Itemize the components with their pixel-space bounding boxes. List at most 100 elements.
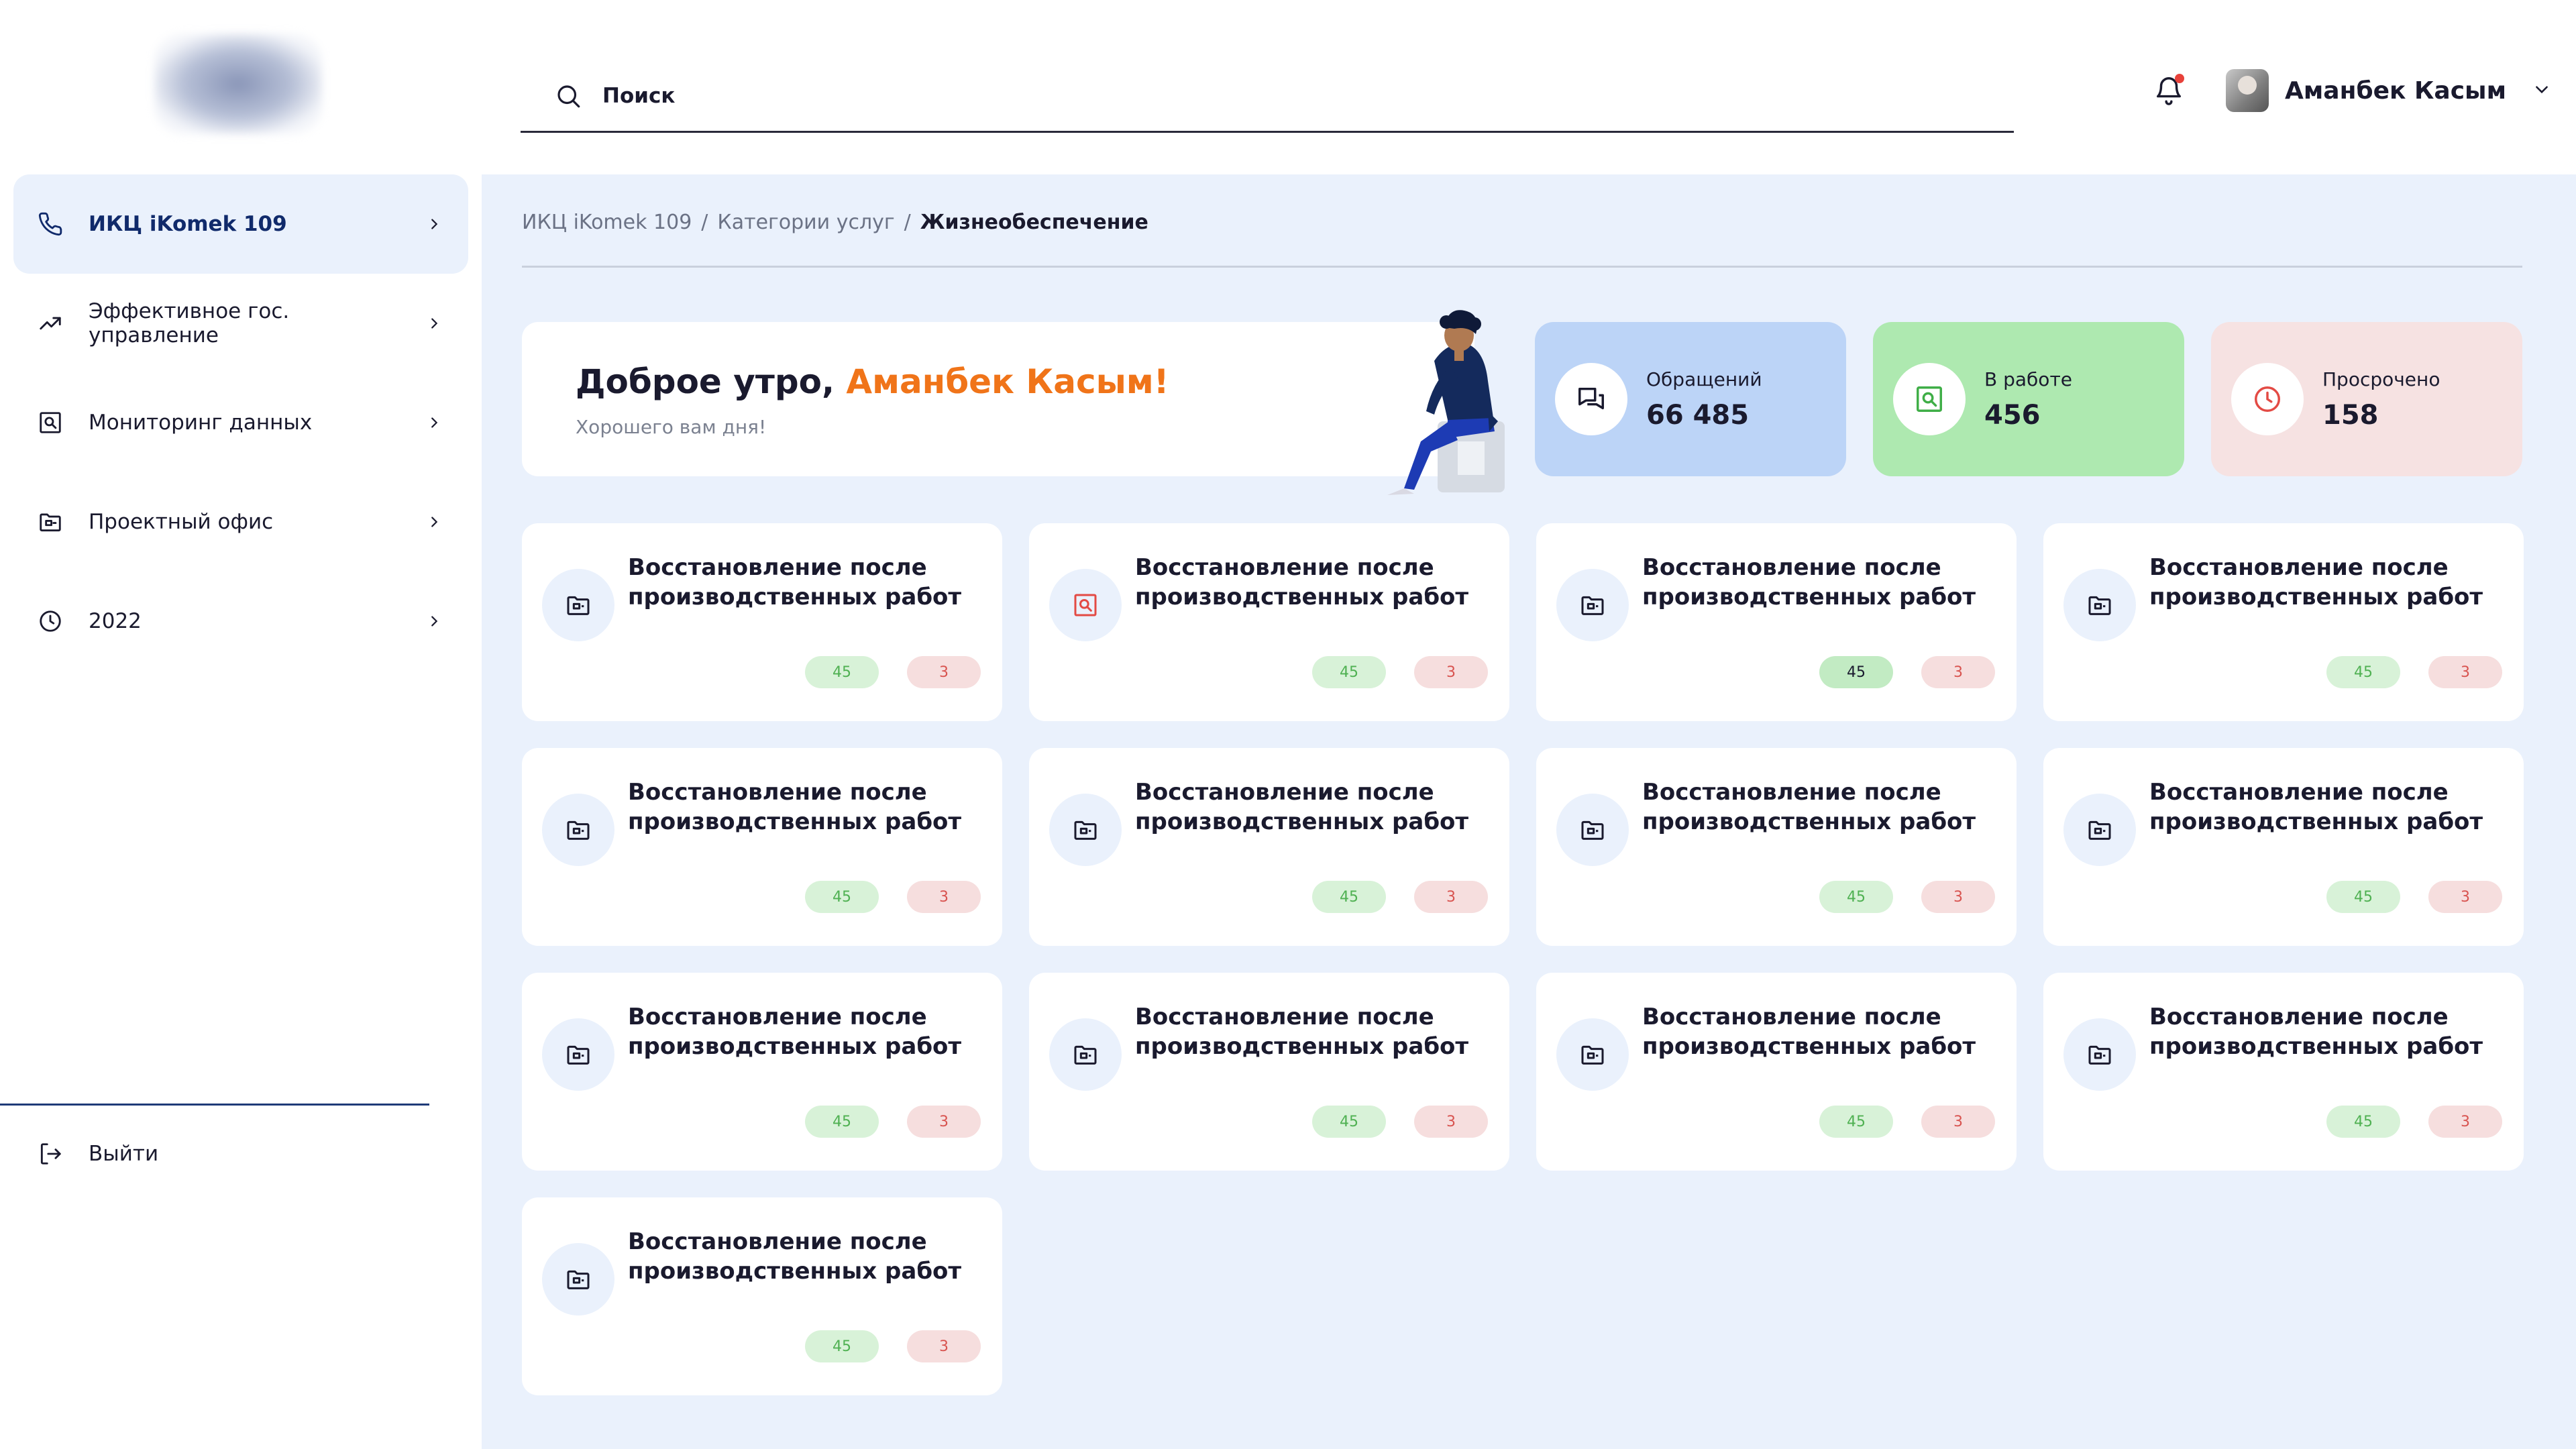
category-title: Восстановление после производственных ра…	[1135, 1004, 1469, 1060]
count-red-badge: 3	[1414, 881, 1488, 913]
category-card[interactable]: Восстановление после производственных ра…	[1536, 523, 2017, 721]
greeting-subtitle: Хорошего вам дня!	[576, 416, 767, 438]
sidebar-item-ikomek[interactable]: ИКЦ iKomek 109	[13, 174, 468, 274]
count-green-badge: 45	[805, 1106, 879, 1138]
category-card[interactable]: Восстановление после производственных ра…	[522, 523, 1002, 721]
greeting-user-name: Аманбек Касым!	[846, 362, 1169, 401]
sidebar-item-label: Мониторинг данных	[89, 411, 313, 435]
user-menu[interactable]: Аманбек Касым	[2226, 67, 2551, 114]
count-red-badge: 3	[2428, 1106, 2502, 1138]
sidebar-nav: ИКЦ iKomek 109 Эффективное гос. управлен…	[13, 174, 468, 671]
clock-icon	[2231, 363, 2304, 435]
folder-icon	[1049, 794, 1122, 866]
logo[interactable]	[154, 34, 322, 134]
logout-button[interactable]: Выйти	[35, 1134, 158, 1174]
main-content: ИКЦ iKomek 109 / Категории услуг / Жизне…	[482, 174, 2576, 1449]
category-card[interactable]: Восстановление после производственных ра…	[1536, 973, 2017, 1171]
count-green-badge: 45	[1819, 1106, 1893, 1138]
breadcrumb-separator: /	[701, 211, 708, 234]
count-red-badge: 3	[1414, 1106, 1488, 1138]
search-icon	[554, 80, 585, 111]
count-red-badge: 3	[907, 1330, 981, 1362]
greeting-card: Доброе утро, Аманбек Касым! Хорошего вам…	[522, 322, 1474, 476]
folder-icon	[1556, 1018, 1629, 1091]
sidebar-item-effective-gov[interactable]: Эффективное гос. управление	[13, 274, 468, 373]
category-card[interactable]: Восстановление после производственных ра…	[1029, 973, 1509, 1171]
category-title: Восстановление после производственных ра…	[628, 1004, 962, 1060]
category-title: Восстановление после производственных ра…	[1642, 779, 1976, 835]
notifications-button[interactable]	[2153, 72, 2187, 110]
chevron-right-icon	[424, 214, 444, 234]
stat-card-requests[interactable]: Обращений 66 485	[1535, 322, 1846, 476]
category-card[interactable]: Восстановление после производственных ра…	[1536, 748, 2017, 946]
stat-label: Просрочено	[2322, 368, 2440, 390]
breadcrumb-divider	[522, 266, 2522, 268]
search-input[interactable]	[602, 83, 1810, 108]
count-red-badge: 3	[907, 1106, 981, 1138]
sidebar-item-monitoring[interactable]: Мониторинг данных	[13, 373, 468, 472]
count-red-badge: 3	[1921, 656, 1995, 688]
sidebar-item-label: Проектный офис	[89, 510, 274, 534]
sidebar-item-project-office[interactable]: Проектный офис	[13, 472, 468, 572]
breadcrumb-separator: /	[904, 211, 911, 234]
category-card[interactable]: Восстановление после производственных ра…	[1029, 523, 1509, 721]
count-green-badge: 45	[805, 656, 879, 688]
stat-card-in-progress[interactable]: В работе 456	[1873, 322, 2184, 476]
category-title: Восстановление после производственных ра…	[2149, 1004, 2483, 1060]
category-title: Восстановление после производственных ра…	[2149, 779, 2483, 835]
folder-icon	[542, 1018, 614, 1091]
search-bar[interactable]	[521, 60, 2014, 133]
folder-icon	[1049, 1018, 1122, 1091]
breadcrumb-item[interactable]: Категории услуг	[717, 211, 894, 234]
count-green-badge: 45	[2326, 656, 2400, 688]
monitor-search-icon	[35, 407, 66, 438]
count-green-badge: 45	[1312, 656, 1386, 688]
sidebar-item-label: 2022	[89, 609, 142, 633]
stat-label: В работе	[1984, 368, 2072, 390]
folder-icon	[1556, 569, 1629, 641]
category-card[interactable]: Восстановление после производственных ра…	[2043, 748, 2524, 946]
count-green-badge: 45	[1819, 656, 1893, 688]
chevron-right-icon	[424, 313, 444, 333]
search-doc-icon	[1049, 569, 1122, 641]
stat-card-overdue[interactable]: Просрочено 158	[2211, 322, 2522, 476]
count-red-badge: 3	[1921, 881, 1995, 913]
user-name: Аманбек Касым	[2285, 76, 2507, 105]
category-title: Восстановление после производственных ра…	[1642, 1004, 1976, 1060]
sidebar-divider	[0, 1104, 429, 1106]
phone-icon	[35, 209, 66, 239]
category-card[interactable]: Восстановление после производственных ра…	[1029, 748, 1509, 946]
chevron-right-icon	[424, 611, 444, 631]
trend-up-icon	[35, 308, 66, 339]
chevron-down-icon	[2533, 80, 2551, 101]
category-title: Восстановление после производственных ра…	[628, 779, 962, 835]
folder-icon	[35, 506, 66, 537]
sidebar-item-2022[interactable]: 2022	[13, 572, 468, 671]
stat-value: 66 485	[1646, 399, 1750, 431]
folder-icon	[542, 1243, 614, 1316]
breadcrumb: ИКЦ iKomek 109 / Категории услуг / Жизне…	[522, 211, 1148, 234]
folder-icon	[2063, 794, 2136, 866]
folder-icon	[1556, 794, 1629, 866]
count-green-badge: 45	[2326, 881, 2400, 913]
stat-label: Обращений	[1646, 368, 1762, 390]
category-title: Восстановление после производственных ра…	[2149, 554, 2483, 610]
sidebar-item-label: ИКЦ iKomek 109	[89, 212, 287, 236]
logout-icon	[35, 1138, 66, 1169]
chevron-right-icon	[424, 413, 444, 433]
folder-icon	[542, 569, 614, 641]
category-card[interactable]: Восстановление после производственных ра…	[522, 748, 1002, 946]
category-card[interactable]: Восстановление после производственных ра…	[2043, 523, 2524, 721]
breadcrumb-current: Жизнеобеспечение	[920, 211, 1148, 234]
stat-value: 158	[2322, 399, 2379, 431]
sidebar: ИКЦ iKomek 109 Эффективное гос. управлен…	[0, 0, 482, 1449]
bell-icon	[2153, 77, 2184, 110]
count-green-badge: 45	[2326, 1106, 2400, 1138]
category-card[interactable]: Восстановление после производственных ра…	[522, 1197, 1002, 1395]
category-card[interactable]: Восстановление после производственных ра…	[2043, 973, 2524, 1171]
category-card[interactable]: Восстановление после производственных ра…	[522, 973, 1002, 1171]
count-red-badge: 3	[907, 656, 981, 688]
chat-icon	[1555, 363, 1627, 435]
breadcrumb-item[interactable]: ИКЦ iKomek 109	[522, 211, 692, 234]
chevron-right-icon	[424, 512, 444, 532]
